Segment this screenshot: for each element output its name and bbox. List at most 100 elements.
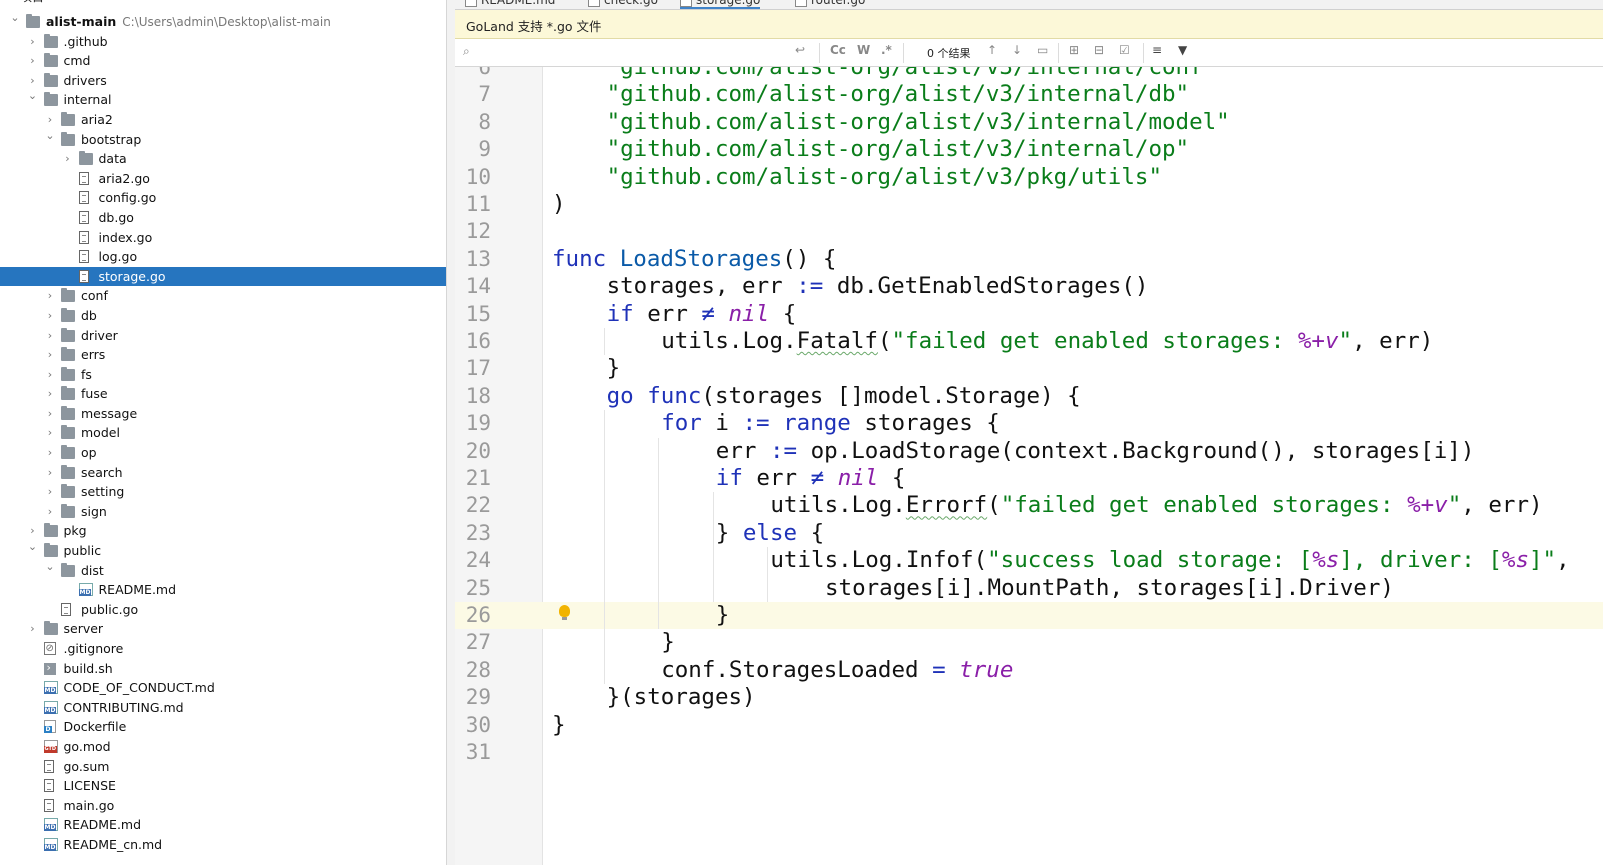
chevron-right-icon[interactable]: ›	[44, 423, 56, 443]
regex-toggle[interactable]: .*	[881, 43, 892, 57]
tree-folder-item[interactable]: › drivers	[0, 71, 455, 91]
tree-folder-item[interactable]: › op	[0, 443, 455, 463]
tree-file-item[interactable]: README.md	[0, 815, 455, 835]
code-line[interactable]: 19 for i := range storages {	[455, 410, 1603, 437]
code-line[interactable]: 28 conf.StoragesLoaded = true	[455, 657, 1603, 684]
remove-occurrence-icon[interactable]: ⊟	[1094, 43, 1104, 57]
chevron-down-icon[interactable]: ⌄	[27, 537, 39, 557]
code-line[interactable]: 25 storages[i].MountPath, storages[i].Dri…	[455, 575, 1603, 602]
target-icon[interactable]: ◎	[328, 0, 338, 1]
expand-icon[interactable]: ⇈	[380, 0, 389, 1]
tree-file-item[interactable]: README.md	[0, 580, 455, 600]
panel-splitter[interactable]	[446, 0, 455, 865]
code-line[interactable]: 29}(storages)	[455, 684, 1603, 711]
tree-file-item[interactable]: db.go	[0, 208, 455, 228]
tree-file-item[interactable]: index.go	[0, 228, 455, 248]
chevron-right-icon[interactable]: ›	[44, 326, 56, 346]
chevron-right-icon[interactable]: ›	[44, 502, 56, 522]
gear-icon[interactable]: ⚙	[412, 0, 422, 1]
select-all-occurrences-icon[interactable]: ☑	[1119, 43, 1130, 57]
search-icon[interactable]: ⌕	[463, 44, 470, 59]
chevron-right-icon[interactable]: ›	[27, 51, 39, 71]
tree-file-item[interactable]: main.go	[0, 796, 455, 816]
tree-folder-item[interactable]: ⌄ bootstrap	[0, 129, 455, 150]
next-occurrence-icon[interactable]: ↓	[1012, 43, 1022, 57]
tree-folder-item[interactable]: › errs	[0, 345, 455, 365]
chevron-down-icon[interactable]: ⌄	[44, 557, 56, 577]
tree-folder-item[interactable]: › setting	[0, 482, 455, 502]
tree-folder-item[interactable]: ⌄ dist	[0, 560, 455, 581]
tree-folder-item[interactable]: › sign	[0, 502, 455, 522]
tree-file-item[interactable]: storage.go	[0, 266, 455, 287]
tree-folder-item[interactable]: › message	[0, 404, 455, 424]
tree-file-item[interactable]: CODE_OF_CONDUCT.md	[0, 678, 455, 698]
tree-folder-item[interactable]: › data	[0, 149, 455, 169]
tree-file-item[interactable]: log.go	[0, 247, 455, 267]
code-line[interactable]: 11)	[455, 191, 1603, 218]
chevron-right-icon[interactable]: ›	[44, 463, 56, 483]
code-area[interactable]: 6 "github.com/alist-org/alist/v3/internal…	[455, 67, 1603, 865]
code-line[interactable]: 26}	[455, 602, 1603, 630]
chevron-right-icon[interactable]: ›	[44, 345, 56, 365]
tree-file-item[interactable]: .gitignore	[0, 639, 455, 659]
chevron-down-icon[interactable]: ⌄	[44, 126, 56, 146]
code-line[interactable]: 27}	[455, 629, 1603, 656]
tree-folder-item[interactable]: ⌄ public	[0, 540, 455, 561]
chevron-right-icon[interactable]: ›	[27, 619, 39, 639]
new-line-icon[interactable]: ↩	[795, 43, 805, 57]
tree-folder-item[interactable]: › pkg	[0, 521, 455, 541]
code-line[interactable]: 31	[455, 739, 1603, 766]
code-line[interactable]: 10 "github.com/alist-org/alist/v3/pkg/uti…	[455, 164, 1603, 191]
code-line[interactable]: 8 "github.com/alist-org/alist/v3/internal…	[455, 109, 1603, 136]
tree-file-item[interactable]: LICENSE	[0, 776, 455, 796]
chevron-right-icon[interactable]: ›	[44, 384, 56, 404]
tree-file-item[interactable]: aria2.go	[0, 169, 455, 189]
tree-folder-item[interactable]: › db	[0, 306, 455, 326]
tree-folder-item[interactable]: › .github	[0, 32, 455, 52]
editor-tab[interactable]: README.md	[465, 0, 555, 9]
code-line[interactable]: 23} else {	[455, 520, 1603, 547]
code-line[interactable]: 30}	[455, 712, 1603, 739]
tree-folder-item[interactable]: › aria2	[0, 110, 455, 130]
tree-folder-item[interactable]: › search	[0, 463, 455, 483]
filter-icon[interactable]: ▼	[1178, 43, 1187, 57]
code-line[interactable]: 18 go func(storages []model.Storage) {	[455, 383, 1603, 410]
whole-words-toggle[interactable]: W	[857, 43, 870, 57]
add-occurrence-icon[interactable]: ⊞	[1069, 43, 1079, 57]
chevron-right-icon[interactable]: ›	[44, 404, 56, 424]
tree-folder-item[interactable]: › cmd	[0, 51, 455, 71]
code-line[interactable]: 21 if err ≠ nil {	[455, 465, 1603, 492]
tree-folder-item[interactable]: › driver	[0, 326, 455, 346]
code-line[interactable]: 15 if err ≠ nil {	[455, 301, 1603, 328]
multiline-icon[interactable]: ≡	[1152, 43, 1162, 57]
filter-search-icon[interactable]: ▭	[1037, 43, 1048, 57]
previous-occurrence-icon[interactable]: ↑	[987, 43, 997, 57]
tree-file-item[interactable]: public.go	[0, 600, 455, 620]
tree-file-item[interactable]: go.sum	[0, 757, 455, 777]
chevron-right-icon[interactable]: ›	[44, 286, 56, 306]
tree-file-item[interactable]: CONTRIBUTING.md	[0, 698, 455, 718]
tree-folder-item[interactable]: › fs	[0, 365, 455, 385]
tree-file-item[interactable]: build.sh	[0, 658, 455, 679]
tree-folder-item[interactable]: ⌄ alist-main C:\Users\admin\Desktop\alist-…	[0, 11, 455, 32]
match-case-toggle[interactable]: Cc	[830, 43, 846, 57]
editor-tab[interactable]: check.go	[588, 0, 658, 9]
chevron-right-icon[interactable]: ›	[44, 482, 56, 502]
tree-folder-item[interactable]: › fuse	[0, 384, 455, 404]
chevron-right-icon[interactable]: ›	[62, 149, 74, 169]
chevron-right-icon[interactable]: ›	[44, 443, 56, 463]
intention-bulb-icon[interactable]	[559, 605, 570, 620]
chevron-right-icon[interactable]: ›	[44, 306, 56, 326]
collapse-all-icon[interactable]: ⇊	[354, 0, 363, 1]
tree-folder-item[interactable]: ⌄ internal	[0, 89, 455, 110]
tree-folder-item[interactable]: › server	[0, 619, 455, 639]
code-line[interactable]: 6 "github.com/alist-org/alist/v3/internal…	[455, 67, 1603, 81]
tree-folder-item[interactable]: › conf	[0, 286, 455, 306]
code-line[interactable]: 13 func LoadStorages() {	[455, 246, 1603, 273]
chevron-right-icon[interactable]: ›	[27, 32, 39, 52]
code-line[interactable]: 12	[455, 218, 1603, 245]
editor-tab[interactable]: storage.go	[680, 0, 761, 9]
tree-file-item[interactable]: config.go	[0, 188, 455, 208]
chevron-down-icon[interactable]: ⌄	[27, 86, 39, 106]
editor-tab[interactable]: router.go	[795, 0, 865, 9]
